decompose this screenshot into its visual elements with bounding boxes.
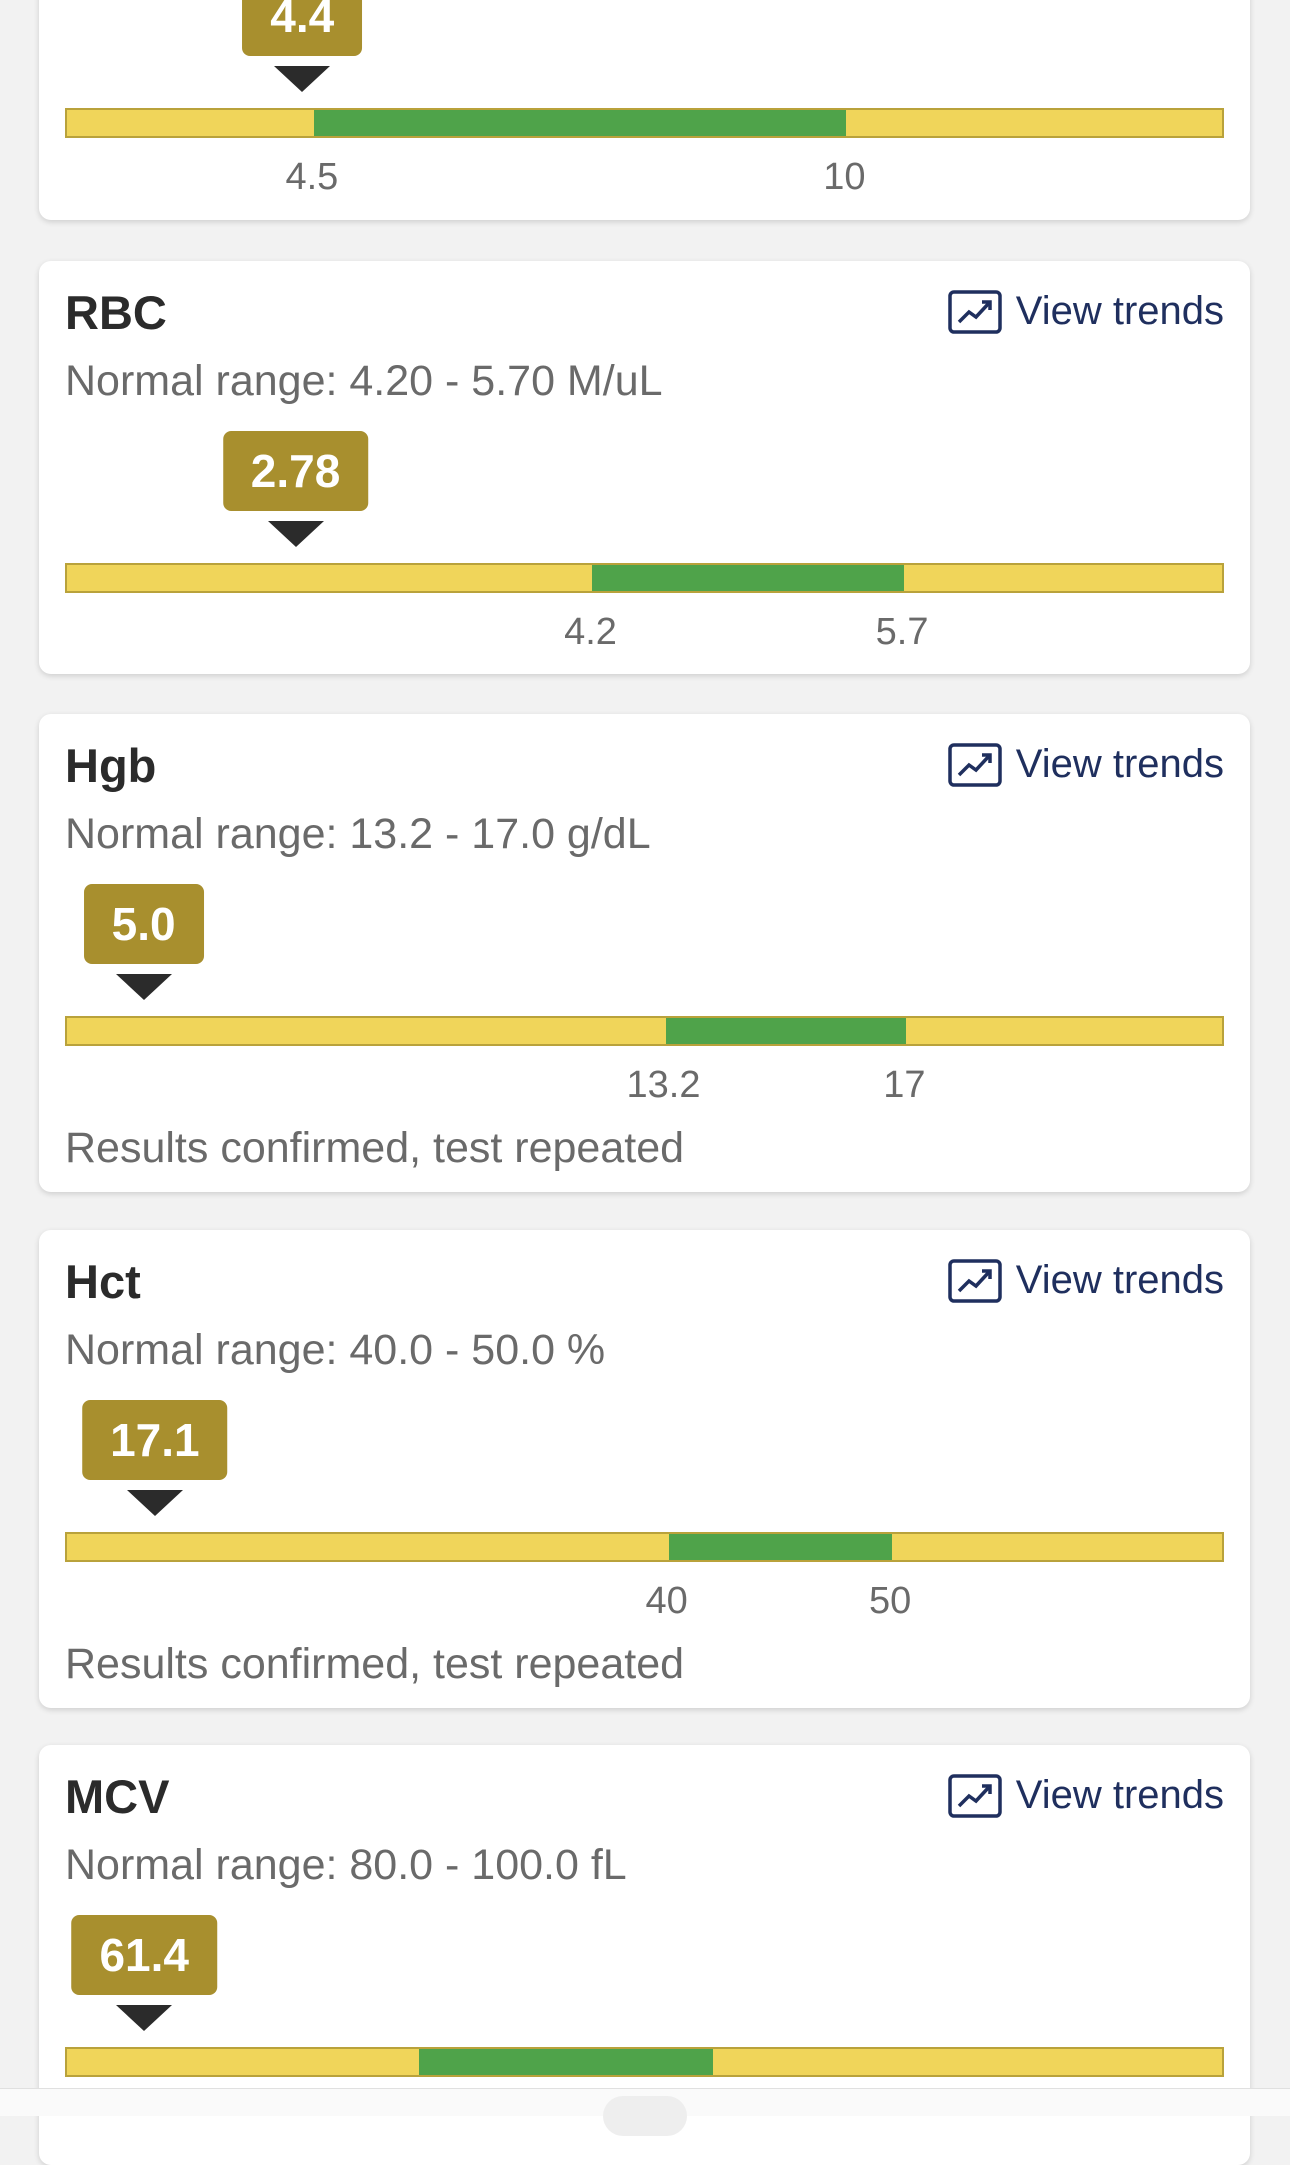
trend-chart-icon [947,1773,1002,1818]
view-trends-link[interactable]: View trends [947,742,1224,787]
result-pointer [126,1490,183,1516]
range-bar [65,1532,1224,1562]
normal-range-text: Normal range: 4.20 - 5.70 M/uL [65,357,663,405]
view-trends-link[interactable]: View trends [947,289,1224,334]
test-name: MCV [65,1770,170,1823]
view-trends-label: View trends [1015,1258,1224,1302]
view-trends-link[interactable]: View trends [947,1258,1224,1303]
range-bar [65,1016,1224,1046]
result-value-badge: 17.1 [82,1400,228,1480]
wbc-card: 4.4 4.5 10 [39,0,1250,220]
normal-range-segment [668,1534,893,1560]
result-pointer [115,974,172,1000]
result-note: Results confirmed, test repeated [65,1640,685,1688]
result-value-badge: 5.0 [83,884,204,964]
normal-range-segment [665,1018,907,1044]
tick-label-low: 4.2 [564,611,617,653]
hgb-card: Hgb Normal range: 13.2 - 17.0 g/dL View … [39,714,1250,1192]
test-name: RBC [65,286,167,339]
trend-chart-icon [947,1258,1002,1303]
normal-range-text: Normal range: 80.0 - 100.0 fL [65,1841,627,1889]
tick-label-high: 5.7 [875,611,929,653]
tick-label-low: 40 [645,1580,688,1622]
bottom-handle[interactable] [603,2096,687,2136]
tick-label-high: 50 [868,1580,912,1622]
normal-range-segment [592,565,905,591]
result-pointer [267,521,324,547]
result-pointer [116,2005,173,2031]
result-value-badge: 61.4 [71,1915,217,1995]
test-name: Hgb [65,739,157,792]
normal-range-text: Normal range: 40.0 - 50.0 % [65,1326,606,1374]
trend-chart-icon [947,289,1002,334]
range-bar [65,108,1224,138]
view-trends-label: View trends [1015,1773,1224,1817]
tick-label-low: 4.5 [285,156,339,198]
normal-range-segment [313,110,847,136]
view-trends-label: View trends [1015,742,1224,786]
result-pointer [274,66,331,92]
trend-chart-icon [947,742,1002,787]
result-value-badge: 4.4 [242,0,363,56]
tick-label-high: 10 [823,156,866,198]
normal-range-segment [419,2049,713,2075]
result-note: Results confirmed, test repeated [65,1124,685,1172]
tick-label-low: 13.2 [626,1064,701,1106]
test-name: Hct [65,1255,141,1308]
view-trends-link[interactable]: View trends [947,1773,1224,1818]
normal-range-text: Normal range: 13.2 - 17.0 g/dL [65,810,651,858]
tick-label-high: 17 [883,1064,926,1106]
hct-card: Hct Normal range: 40.0 - 50.0 % View tre… [39,1230,1250,1708]
rbc-card: RBC Normal range: 4.20 - 5.70 M/uL View … [39,261,1250,674]
result-value-badge: 2.78 [222,431,369,511]
range-bar [65,563,1224,593]
range-bar [65,2047,1224,2077]
view-trends-label: View trends [1015,289,1224,333]
